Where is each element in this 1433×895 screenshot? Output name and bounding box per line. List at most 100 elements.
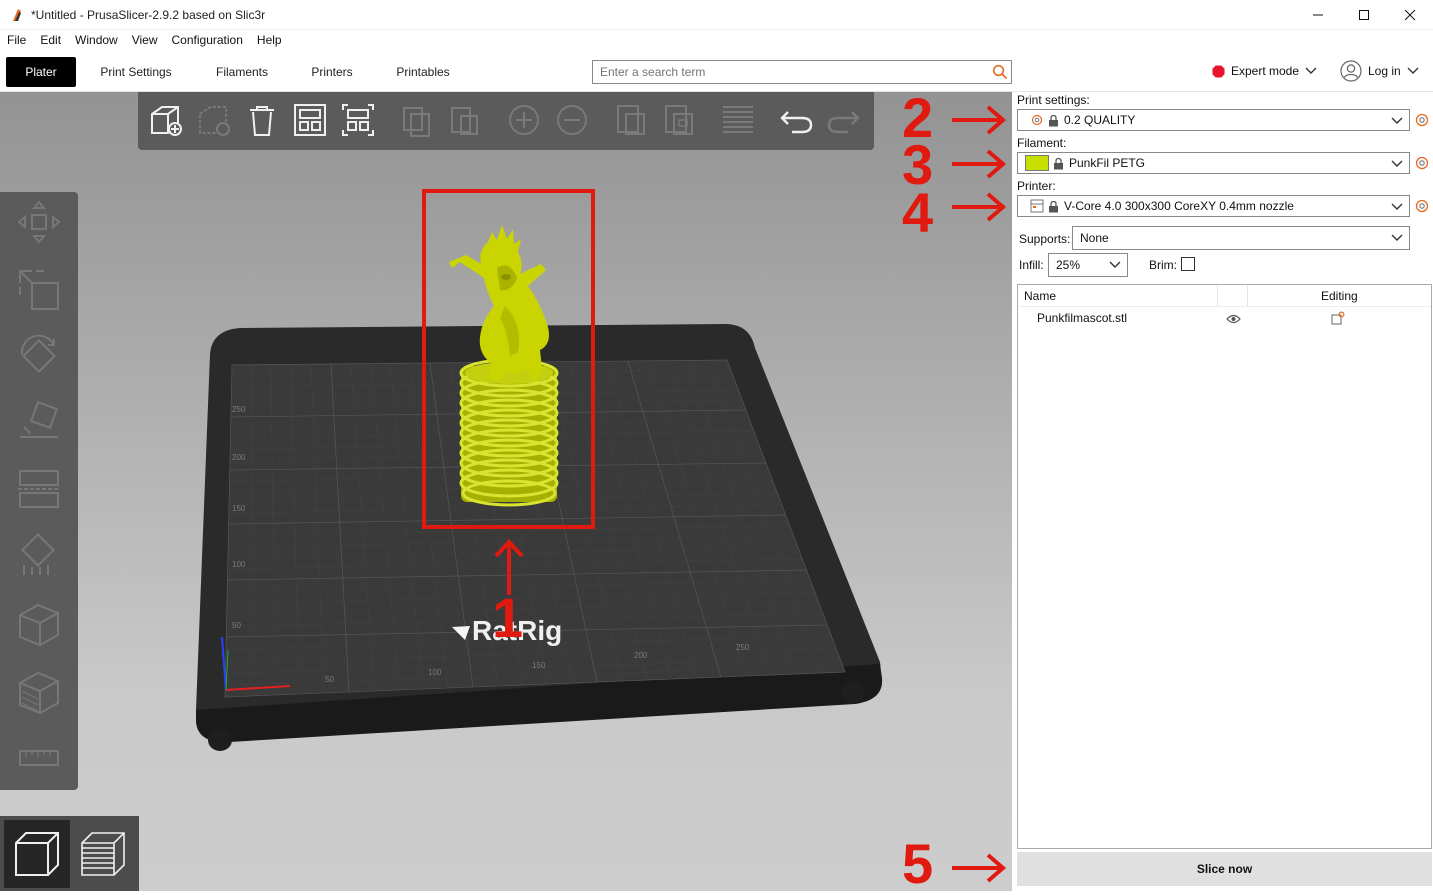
infill-value: 25% [1056,258,1081,272]
column-name-header[interactable]: Name [1024,289,1056,303]
layers-icon [723,106,753,133]
3d-view-button[interactable] [4,820,70,888]
top-toolbar [138,92,874,150]
measure-tool-button[interactable] [12,730,66,786]
x-tick-100: 100 [428,668,442,677]
add-instance-button[interactable] [504,100,544,140]
add-cube-icon [151,106,182,136]
move-icon [17,200,61,244]
split-objects-button[interactable] [612,100,652,140]
place-on-face-button[interactable] [12,392,66,448]
left-toolbar [0,192,78,790]
menu-window[interactable]: Window [68,33,125,47]
edit-settings-icon[interactable] [1331,311,1345,325]
x-tick-150: 150 [532,661,546,670]
supports-combo[interactable]: None [1072,226,1410,250]
redo-icon [827,111,860,134]
filament-gear-icon[interactable] [1414,155,1430,171]
printer-value: V-Core 4.0 300x300 CoreXY 0.4mm nozzle [1064,199,1294,213]
title-bar: *Untitled - PrusaSlicer-2.9.2 based on S… [0,0,1433,30]
printer-gear-icon[interactable] [1414,198,1430,214]
fdm-painting-button[interactable] [12,664,66,720]
infill-combo[interactable]: 25% [1048,253,1128,277]
copy-icon [403,107,430,137]
arrange-selection-icon [342,104,374,136]
variable-layer-height-button[interactable] [718,100,758,140]
x-tick-200: 200 [634,651,648,660]
prusaslicer-logo-icon [13,8,21,21]
filament-color-swatch[interactable] [1025,155,1049,171]
tab-printables[interactable]: Printables [386,57,460,87]
printer-combo[interactable]: V-Core 4.0 300x300 CoreXY 0.4mm nozzle [1017,195,1410,217]
preview-button[interactable] [70,820,136,888]
remove-cube-icon [199,106,230,136]
plus-circle-icon [509,105,539,135]
tab-print-settings[interactable]: Print Settings [88,57,184,87]
paste-button[interactable] [444,100,484,140]
object-name: Punkfilmascot.stl [1037,311,1128,325]
cut-icon [18,470,60,508]
lock-icon [1049,114,1058,126]
redo-button[interactable] [824,100,864,140]
menu-help[interactable]: Help [250,33,289,47]
undo-button[interactable] [776,100,816,140]
login-dropdown[interactable]: Log in [1340,60,1419,82]
delete-object-button[interactable] [194,100,234,140]
copy-button[interactable] [396,100,436,140]
cut-tool-button[interactable] [12,460,66,516]
split-parts-button[interactable] [660,100,700,140]
paste-icon [451,107,478,135]
arrange-button[interactable] [290,100,330,140]
close-button[interactable] [1387,0,1433,30]
tab-printers[interactable]: Printers [300,57,364,87]
x-tick-50: 50 [325,675,334,684]
seam-painting-button[interactable] [12,596,66,652]
rotate-tool-button[interactable] [12,328,66,384]
search-input[interactable] [593,65,989,79]
menu-configuration[interactable]: Configuration [165,33,250,47]
maximize-button[interactable] [1341,0,1387,30]
move-tool-button[interactable] [12,194,66,250]
infill-label: Infill: [1019,258,1044,272]
column-editing-header[interactable]: Editing [1321,289,1358,303]
expert-mode-dropdown[interactable]: Expert mode [1212,64,1317,78]
chevron-down-icon [1109,261,1121,268]
filament-value: PunkFil PETG [1069,156,1146,170]
3d-viewport[interactable]: 50 100 150 200 250 50 100 150 200 250 Ra… [0,92,1012,891]
filament-combo[interactable]: PunkFil PETG [1017,152,1410,174]
annotation-number-5: 5 [902,832,934,895]
minimize-button[interactable] [1295,0,1341,30]
y-tick-250: 250 [232,405,246,414]
arrange-selection-button[interactable] [338,100,378,140]
slice-now-button[interactable]: Slice now [1017,852,1432,886]
print-settings-combo[interactable]: 0.2 QUALITY [1017,109,1410,131]
remove-instance-button[interactable] [552,100,592,140]
scale-tool-button[interactable] [12,262,66,318]
support-painting-button[interactable] [12,528,66,584]
support-paint-icon [21,533,55,575]
scale-icon [19,270,59,310]
tab-filaments[interactable]: Filaments [204,57,280,87]
split-objects-icon [617,105,645,135]
print-settings-value: 0.2 QUALITY [1064,113,1136,127]
close-icon [1404,9,1416,21]
search-icon[interactable] [989,61,1011,83]
scene-canvas: 50 100 150 200 250 50 100 150 200 250 Ra… [196,225,883,751]
arrange-icon [294,104,326,136]
list-item[interactable]: Punkfilmascot.stl [1018,309,1431,329]
print-settings-gear-icon[interactable] [1414,112,1430,128]
tab-plater[interactable]: Plater [6,57,76,87]
brim-checkbox[interactable] [1181,257,1195,271]
window-controls [1295,0,1433,30]
menu-edit[interactable]: Edit [33,33,68,47]
chevron-down-icon [1391,117,1403,124]
add-object-button[interactable] [146,100,186,140]
lock-icon [1054,157,1063,169]
undo-icon [780,111,813,134]
eye-icon[interactable] [1226,314,1241,324]
object-list-header: Name Editing [1018,285,1431,307]
delete-all-button[interactable] [242,100,282,140]
menu-view[interactable]: View [125,33,165,47]
chevron-down-icon [1407,67,1419,74]
menu-file[interactable]: File [0,33,33,47]
